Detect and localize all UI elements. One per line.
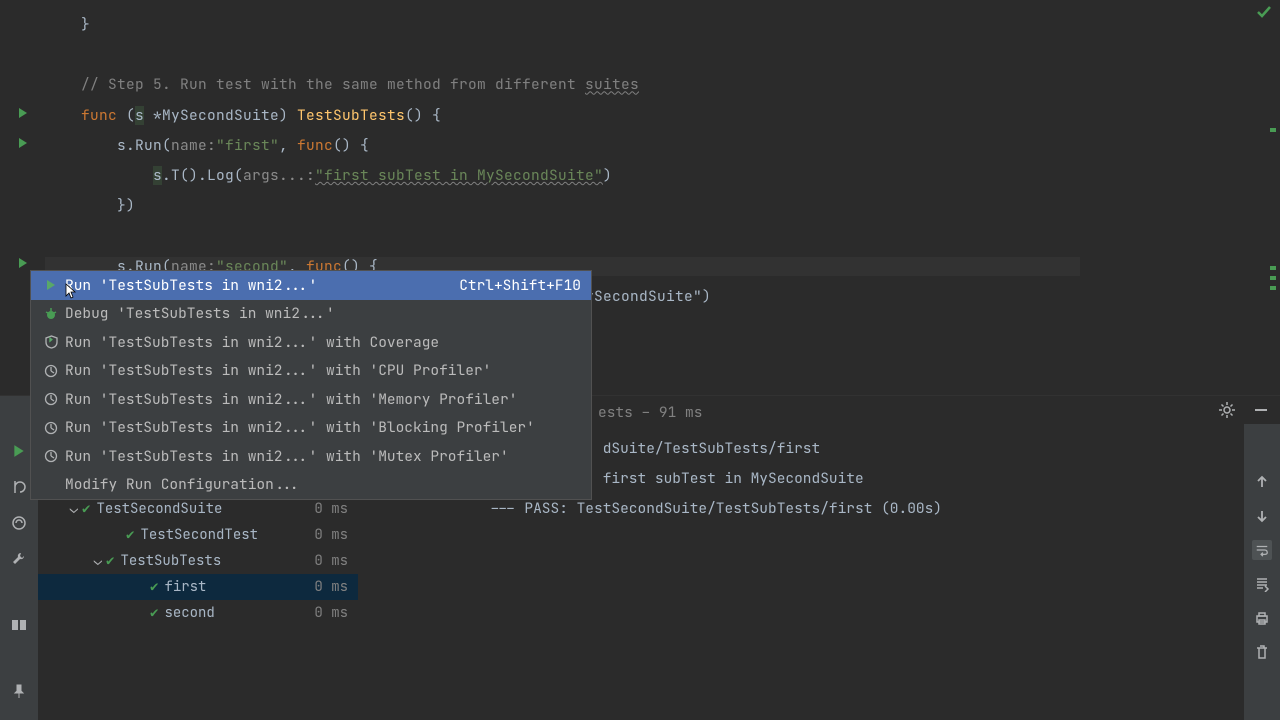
rerun-icon[interactable] (9, 441, 29, 461)
menu-blocking-profiler[interactable]: Run 'TestSubTests in wni2...' with 'Bloc… (31, 414, 591, 443)
menu-item-label: Debug 'TestSubTests in wni2...' (65, 304, 581, 323)
chevron-down-icon[interactable]: ⌄ (90, 552, 106, 570)
print-icon[interactable] (1252, 608, 1272, 628)
console-toolbar (1244, 424, 1280, 720)
menu-debug[interactable]: Debug 'TestSubTests in wni2...' (31, 300, 591, 329)
menu-memory-profiler[interactable]: Run 'TestSubTests in wni2...' with 'Memo… (31, 385, 591, 414)
run-context-menu: Run 'TestSubTests in wni2...' Ctrl+Shift… (30, 270, 592, 500)
test-time: 0 ms (314, 500, 358, 518)
menu-item-label: Run 'TestSubTests in wni2...' with 'CPU … (65, 361, 581, 380)
pass-icon: ✔ (150, 578, 158, 596)
stop-icon[interactable] (9, 513, 29, 533)
pass-icon: ✔ (126, 526, 134, 544)
test-tree[interactable]: ⌄ ✔ TestSecondSuite 0 ms ✔ TestSecondTes… (38, 496, 358, 626)
menu-item-label: Run 'TestSubTests in wni2...' with 'Memo… (65, 390, 581, 409)
pin-icon[interactable] (9, 681, 29, 701)
menu-coverage[interactable]: Run 'TestSubTests in wni2...' with Cover… (31, 328, 591, 357)
scroll-icon[interactable] (1252, 574, 1272, 594)
menu-modify-config[interactable]: Modify Run Configuration... (31, 471, 591, 500)
profiler-icon (41, 392, 61, 406)
test-node[interactable]: ✔ first 0 ms (38, 574, 358, 600)
test-name: TestSecondSuite (96, 500, 222, 518)
coverage-icon (41, 335, 61, 349)
profiler-icon (41, 449, 61, 463)
test-time: 0 ms (314, 552, 358, 570)
test-node[interactable]: ✔ TestSecondTest 0 ms (38, 522, 358, 548)
menu-item-label: Run 'TestSubTests in wni2...' with 'Bloc… (65, 418, 581, 437)
pass-icon: ✔ (150, 604, 158, 622)
chevron-down-icon[interactable]: ⌄ (66, 500, 82, 518)
profiler-icon (41, 364, 61, 378)
run-gutter-icon[interactable] (0, 128, 45, 158)
test-node[interactable]: ✔ second 0 ms (38, 600, 358, 626)
run-icon (41, 279, 61, 291)
menu-item-label: Run 'TestSubTests in wni2...' with Cover… (65, 333, 581, 352)
menu-cpu-profiler[interactable]: Run 'TestSubTests in wni2...' with 'CPU … (31, 357, 591, 386)
profiler-icon (41, 421, 61, 435)
toggle-icon[interactable] (9, 477, 29, 497)
test-name: TestSubTests (120, 552, 221, 570)
test-time: 0 ms (314, 604, 358, 622)
test-node[interactable]: ⌄ ✔ TestSubTests 0 ms (38, 548, 358, 574)
mouse-cursor (65, 283, 77, 299)
settings-icon[interactable] (1218, 401, 1236, 424)
soft-wrap-icon[interactable] (1252, 540, 1272, 560)
wrench-icon[interactable] (9, 549, 29, 569)
run-gutter-icon[interactable] (0, 98, 45, 128)
pass-icon: ✔ (82, 500, 90, 518)
test-summary: ests – 91 ms (598, 403, 702, 422)
test-name: second (164, 604, 214, 622)
menu-run[interactable]: Run 'TestSubTests in wni2...' Ctrl+Shift… (31, 271, 591, 300)
down-icon[interactable] (1252, 506, 1272, 526)
menu-item-label: Run 'TestSubTests in wni2...' with 'Mute… (65, 447, 581, 466)
menu-shortcut: Ctrl+Shift+F10 (459, 276, 581, 295)
menu-mutex-profiler[interactable]: Run 'TestSubTests in wni2...' with 'Mute… (31, 442, 591, 471)
minimize-icon[interactable] (1254, 403, 1268, 422)
up-icon[interactable] (1252, 472, 1272, 492)
test-name: TestSecondTest (140, 526, 258, 544)
test-time: 0 ms (314, 578, 358, 596)
menu-item-label: Modify Run Configuration... (65, 475, 581, 494)
pass-icon: ✔ (106, 552, 114, 570)
menu-item-label: Run 'TestSubTests in wni2...' (65, 276, 459, 295)
layout-icon[interactable] (9, 615, 29, 635)
debug-icon (41, 307, 61, 321)
test-name: first (164, 578, 206, 596)
test-time: 0 ms (314, 526, 358, 544)
trash-icon[interactable] (1252, 642, 1272, 662)
